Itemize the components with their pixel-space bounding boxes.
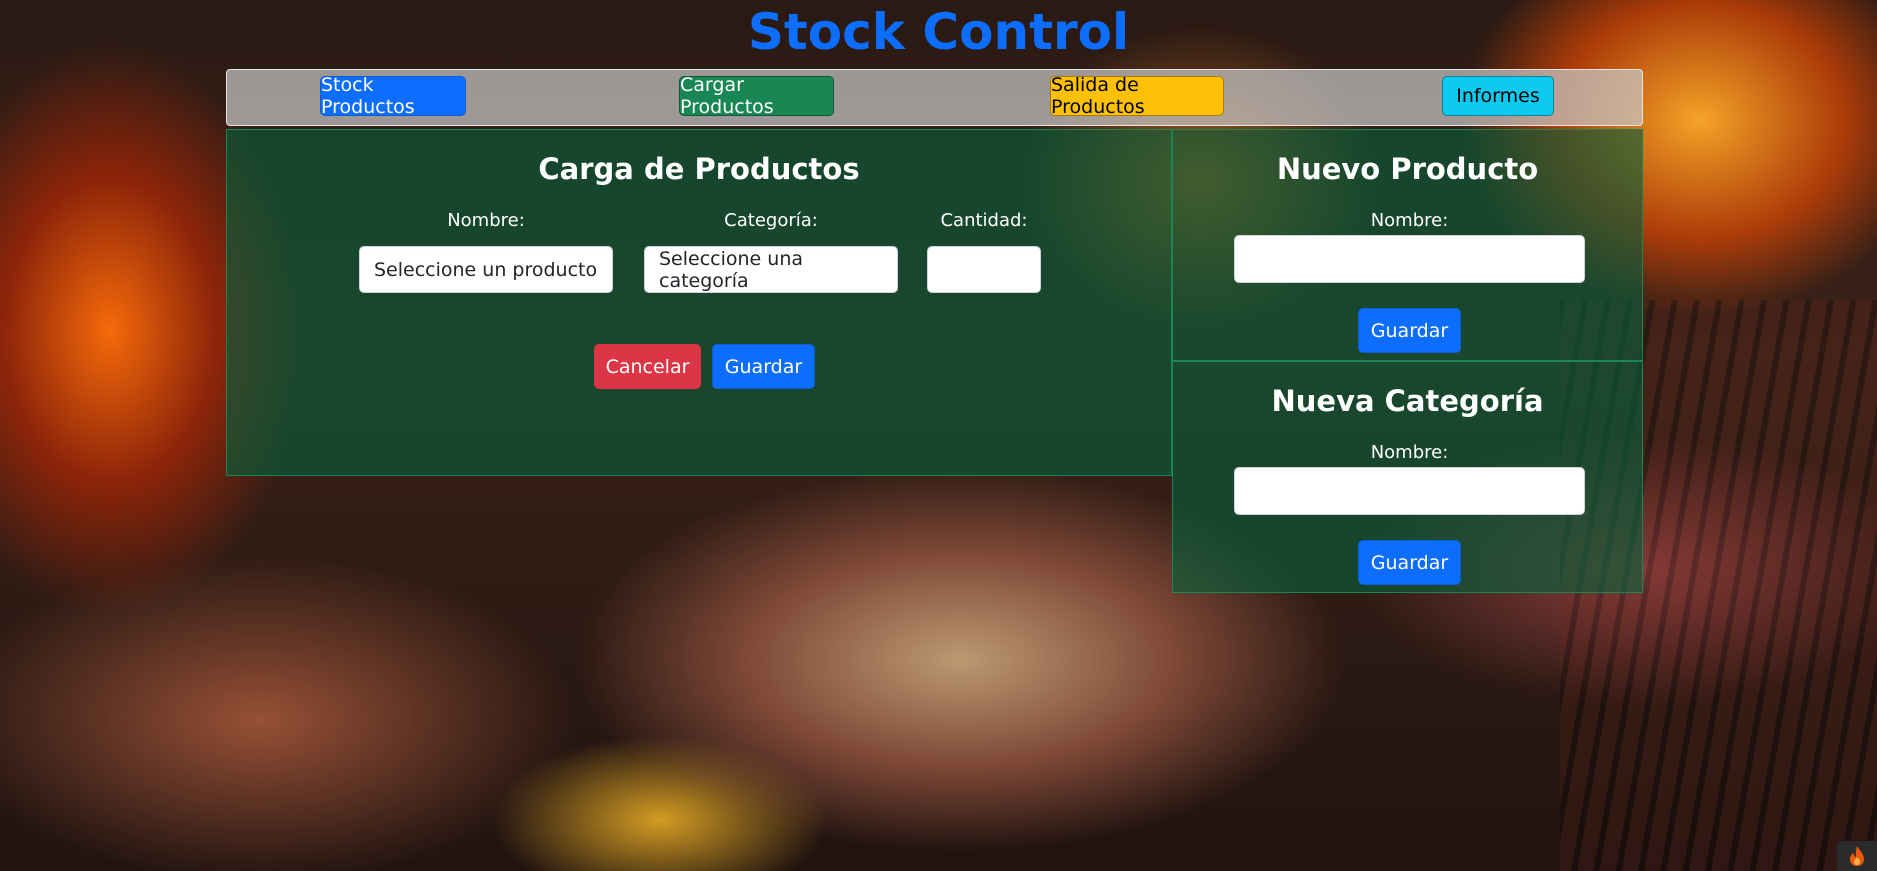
- nueva-categoria-nombre-input[interactable]: [1234, 467, 1585, 515]
- nuevo-producto-panel: Nuevo Producto Nombre: Guardar: [1172, 129, 1643, 361]
- cantidad-label: Cantidad:: [940, 210, 1028, 231]
- save-carga-button[interactable]: Guardar: [712, 344, 815, 389]
- carga-productos-title: Carga de Productos: [538, 152, 860, 186]
- nombre-label: Nombre:: [447, 210, 525, 231]
- nav-informes-button[interactable]: Informes: [1442, 76, 1554, 116]
- nuevo-producto-nombre-label: Nombre:: [1370, 210, 1449, 231]
- flame-icon[interactable]: [1837, 841, 1877, 871]
- nav-salida-productos-button[interactable]: Salida de Productos: [1050, 74, 1224, 118]
- nueva-categoria-nombre-label: Nombre:: [1370, 442, 1449, 463]
- nuevo-producto-nombre-input[interactable]: [1234, 235, 1585, 283]
- nuevo-producto-title: Nuevo Producto: [1276, 152, 1539, 186]
- nav-stock-productos-button[interactable]: Stock Productos: [320, 74, 466, 118]
- page-title: Stock Control: [747, 3, 1130, 61]
- categoria-select[interactable]: Seleccione una categoría: [644, 246, 898, 293]
- cancel-button[interactable]: Cancelar: [594, 344, 701, 389]
- nueva-categoria-title: Nueva Categoría: [1271, 384, 1544, 418]
- top-navbar: Stock Productos Cargar Productos Salida …: [226, 69, 1643, 126]
- categoria-label: Categoría:: [724, 210, 818, 231]
- cantidad-input[interactable]: [927, 246, 1041, 293]
- nav-cargar-productos-button[interactable]: Cargar Productos: [679, 74, 834, 118]
- carga-productos-panel: Carga de Productos Nombre: Categoría: Ca…: [226, 129, 1172, 476]
- nueva-categoria-panel: Nueva Categoría Nombre: Guardar: [1172, 361, 1643, 593]
- save-nuevo-producto-button[interactable]: Guardar: [1358, 308, 1461, 353]
- producto-select[interactable]: Seleccione un producto: [359, 246, 613, 293]
- save-nueva-categoria-button[interactable]: Guardar: [1358, 540, 1461, 585]
